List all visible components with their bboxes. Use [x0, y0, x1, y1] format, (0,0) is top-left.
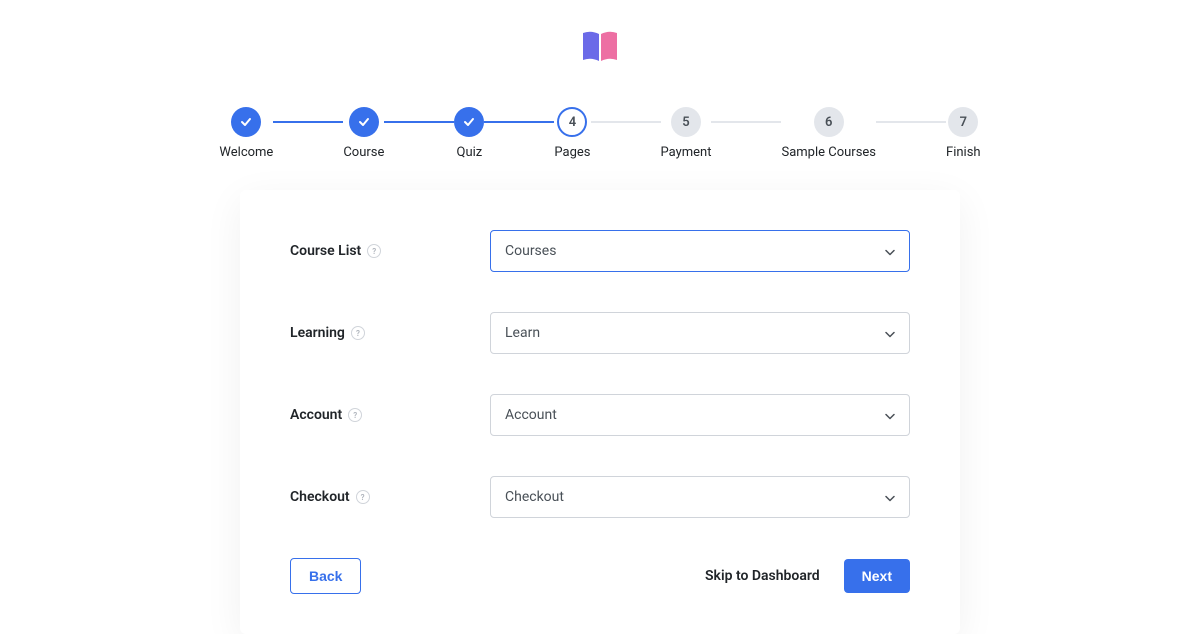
step-circle — [454, 107, 484, 137]
row-account: Account ? Account — [290, 394, 910, 436]
help-icon[interactable]: ? — [348, 408, 362, 422]
step-payment[interactable]: 5 Payment — [661, 107, 712, 160]
label-wrap: Account ? — [290, 407, 490, 423]
row-course-list: Course List ? Courses — [290, 230, 910, 272]
step-course[interactable]: Course — [343, 107, 384, 160]
row-checkout: Checkout ? Checkout — [290, 476, 910, 518]
step-connector — [384, 121, 454, 123]
back-button[interactable]: Back — [290, 558, 361, 594]
field-label: Account — [290, 407, 342, 423]
select-display: Checkout — [490, 476, 910, 518]
step-circle: 4 — [557, 107, 587, 137]
form-footer: Back Skip to Dashboard Next — [290, 558, 910, 594]
select-learning[interactable]: Learn — [490, 312, 910, 354]
step-circle: 7 — [948, 107, 978, 137]
row-learning: Learning ? Learn — [290, 312, 910, 354]
footer-right: Skip to Dashboard Next — [705, 559, 910, 593]
step-sample-courses[interactable]: 6 Sample Courses — [781, 107, 876, 160]
field-label: Learning — [290, 325, 345, 341]
step-pages[interactable]: 4 Pages — [554, 107, 590, 160]
label-wrap: Course List ? — [290, 243, 490, 259]
step-label: Course — [343, 145, 384, 160]
step-finish[interactable]: 7 Finish — [946, 107, 981, 160]
step-label: Quiz — [457, 145, 483, 160]
step-quiz[interactable]: Quiz — [454, 107, 484, 160]
help-icon[interactable]: ? — [351, 326, 365, 340]
step-circle — [349, 107, 379, 137]
field-label: Course List — [290, 243, 361, 259]
step-connector — [711, 121, 781, 123]
step-welcome[interactable]: Welcome — [219, 107, 273, 160]
step-circle: 5 — [671, 107, 701, 137]
step-label: Payment — [661, 145, 712, 160]
step-label: Finish — [946, 145, 981, 160]
label-wrap: Checkout ? — [290, 489, 490, 505]
select-course-list[interactable]: Courses — [490, 230, 910, 272]
skip-link[interactable]: Skip to Dashboard — [705, 568, 820, 584]
select-display: Account — [490, 394, 910, 436]
step-circle: 6 — [814, 107, 844, 137]
step-connector — [273, 121, 343, 123]
check-icon — [462, 115, 476, 129]
wizard-container: Welcome Course Quiz 4 Pages 5 Payment — [0, 0, 1200, 634]
step-label: Sample Courses — [781, 145, 876, 160]
help-icon[interactable]: ? — [367, 244, 381, 258]
check-icon — [357, 115, 371, 129]
help-icon[interactable]: ? — [356, 490, 370, 504]
next-button[interactable]: Next — [844, 559, 910, 593]
step-connector — [484, 121, 554, 123]
step-circle — [231, 107, 261, 137]
step-connector — [591, 121, 661, 123]
check-icon — [239, 115, 253, 129]
label-wrap: Learning ? — [290, 325, 490, 341]
app-logo — [579, 30, 621, 72]
select-account[interactable]: Account — [490, 394, 910, 436]
form-card: Course List ? Courses Learning ? Learn — [240, 190, 960, 634]
stepper: Welcome Course Quiz 4 Pages 5 Payment — [219, 107, 980, 160]
step-label: Welcome — [219, 145, 273, 160]
step-connector — [876, 121, 946, 123]
select-checkout[interactable]: Checkout — [490, 476, 910, 518]
select-display: Courses — [490, 230, 910, 272]
step-label: Pages — [554, 145, 590, 160]
field-label: Checkout — [290, 489, 350, 505]
select-display: Learn — [490, 312, 910, 354]
